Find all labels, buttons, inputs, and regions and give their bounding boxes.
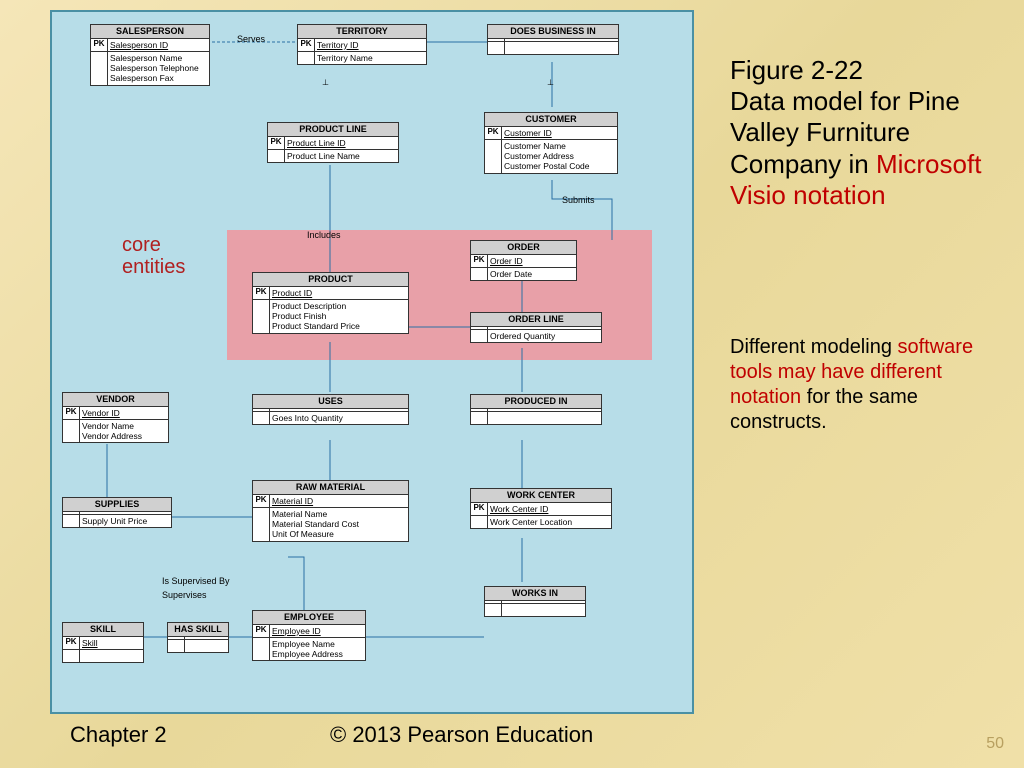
entity-title: VENDOR — [63, 393, 168, 407]
entity-title: PRODUCED IN — [471, 395, 601, 409]
entity-title: CUSTOMER — [485, 113, 617, 127]
entity-workcenter: WORK CENTER PKWork Center ID Work Center… — [470, 488, 612, 529]
entity-producedin: PRODUCED IN — [470, 394, 602, 425]
entity-worksin: WORKS IN — [484, 586, 586, 617]
entity-title: RAW MATERIAL — [253, 481, 408, 495]
entity-supplies: SUPPLIES Supply Unit Price — [62, 497, 172, 528]
figure-subtitle: Different modeling software tools may ha… — [730, 335, 1000, 435]
svg-text:⊥: ⊥ — [547, 78, 554, 87]
entity-title: SKILL — [63, 623, 143, 637]
entity-title: PRODUCT — [253, 273, 408, 287]
entity-rawmaterial: RAW MATERIAL PKMaterial ID Material Name… — [252, 480, 409, 542]
figure-caption: Figure 2-22 Data model for Pine Valley F… — [730, 55, 1000, 211]
entity-hasskill: HAS SKILL — [167, 622, 229, 653]
rel-submits: Submits — [562, 195, 595, 205]
entity-customer: CUSTOMER PKCustomer ID Customer Name Cus… — [484, 112, 618, 174]
footer-chapter: Chapter 2 — [70, 722, 167, 748]
entity-title: ORDER — [471, 241, 576, 255]
er-diagram-panel: ⊥ ⊥ SALESPERSON PKSalesperson ID Salespe… — [50, 10, 694, 714]
entity-order: ORDER PKOrder ID Order Date — [470, 240, 577, 281]
core-entities-annotation: coreentities — [122, 234, 185, 278]
entity-orderline: ORDER LINE Ordered Quantity — [470, 312, 602, 343]
entity-title: DOES BUSINESS IN — [488, 25, 618, 39]
entity-doesbusinessin: DOES BUSINESS IN — [487, 24, 619, 55]
entity-title: WORK CENTER — [471, 489, 611, 503]
svg-text:⊥: ⊥ — [322, 78, 329, 87]
entity-title: SALESPERSON — [91, 25, 209, 39]
rel-supervises: Supervises — [162, 590, 207, 600]
entity-title: PRODUCT LINE — [268, 123, 398, 137]
rel-includes: Includes — [307, 230, 341, 240]
footer-copyright: © 2013 Pearson Education — [330, 722, 593, 748]
page-number: 50 — [986, 735, 1004, 753]
entity-vendor: VENDOR PKVendor ID Vendor Name Vendor Ad… — [62, 392, 169, 443]
entity-title: TERRITORY — [298, 25, 426, 39]
entity-employee: EMPLOYEE PKEmployee ID Employee Name Emp… — [252, 610, 366, 661]
slide: ⊥ ⊥ SALESPERSON PKSalesperson ID Salespe… — [0, 0, 1024, 768]
entity-title: WORKS IN — [485, 587, 585, 601]
entity-title: EMPLOYEE — [253, 611, 365, 625]
rel-serves: Serves — [237, 34, 265, 44]
entity-salesperson: SALESPERSON PKSalesperson ID Salesperson… — [90, 24, 210, 86]
rel-issupervisedby: Is Supervised By — [162, 576, 230, 586]
entity-productline: PRODUCT LINE PKProduct Line ID Product L… — [267, 122, 399, 163]
entity-product: PRODUCT PKProduct ID Product Description… — [252, 272, 409, 334]
entity-title: ORDER LINE — [471, 313, 601, 327]
entity-title: USES — [253, 395, 408, 409]
entity-title: SUPPLIES — [63, 498, 171, 512]
figure-number: Figure 2-22 — [730, 55, 863, 85]
entity-uses: USES Goes Into Quantity — [252, 394, 409, 425]
entity-skill: SKILL PKSkill — [62, 622, 144, 663]
entity-territory: TERRITORY PKTerritory ID Territory Name — [297, 24, 427, 65]
entity-title: HAS SKILL — [168, 623, 228, 637]
